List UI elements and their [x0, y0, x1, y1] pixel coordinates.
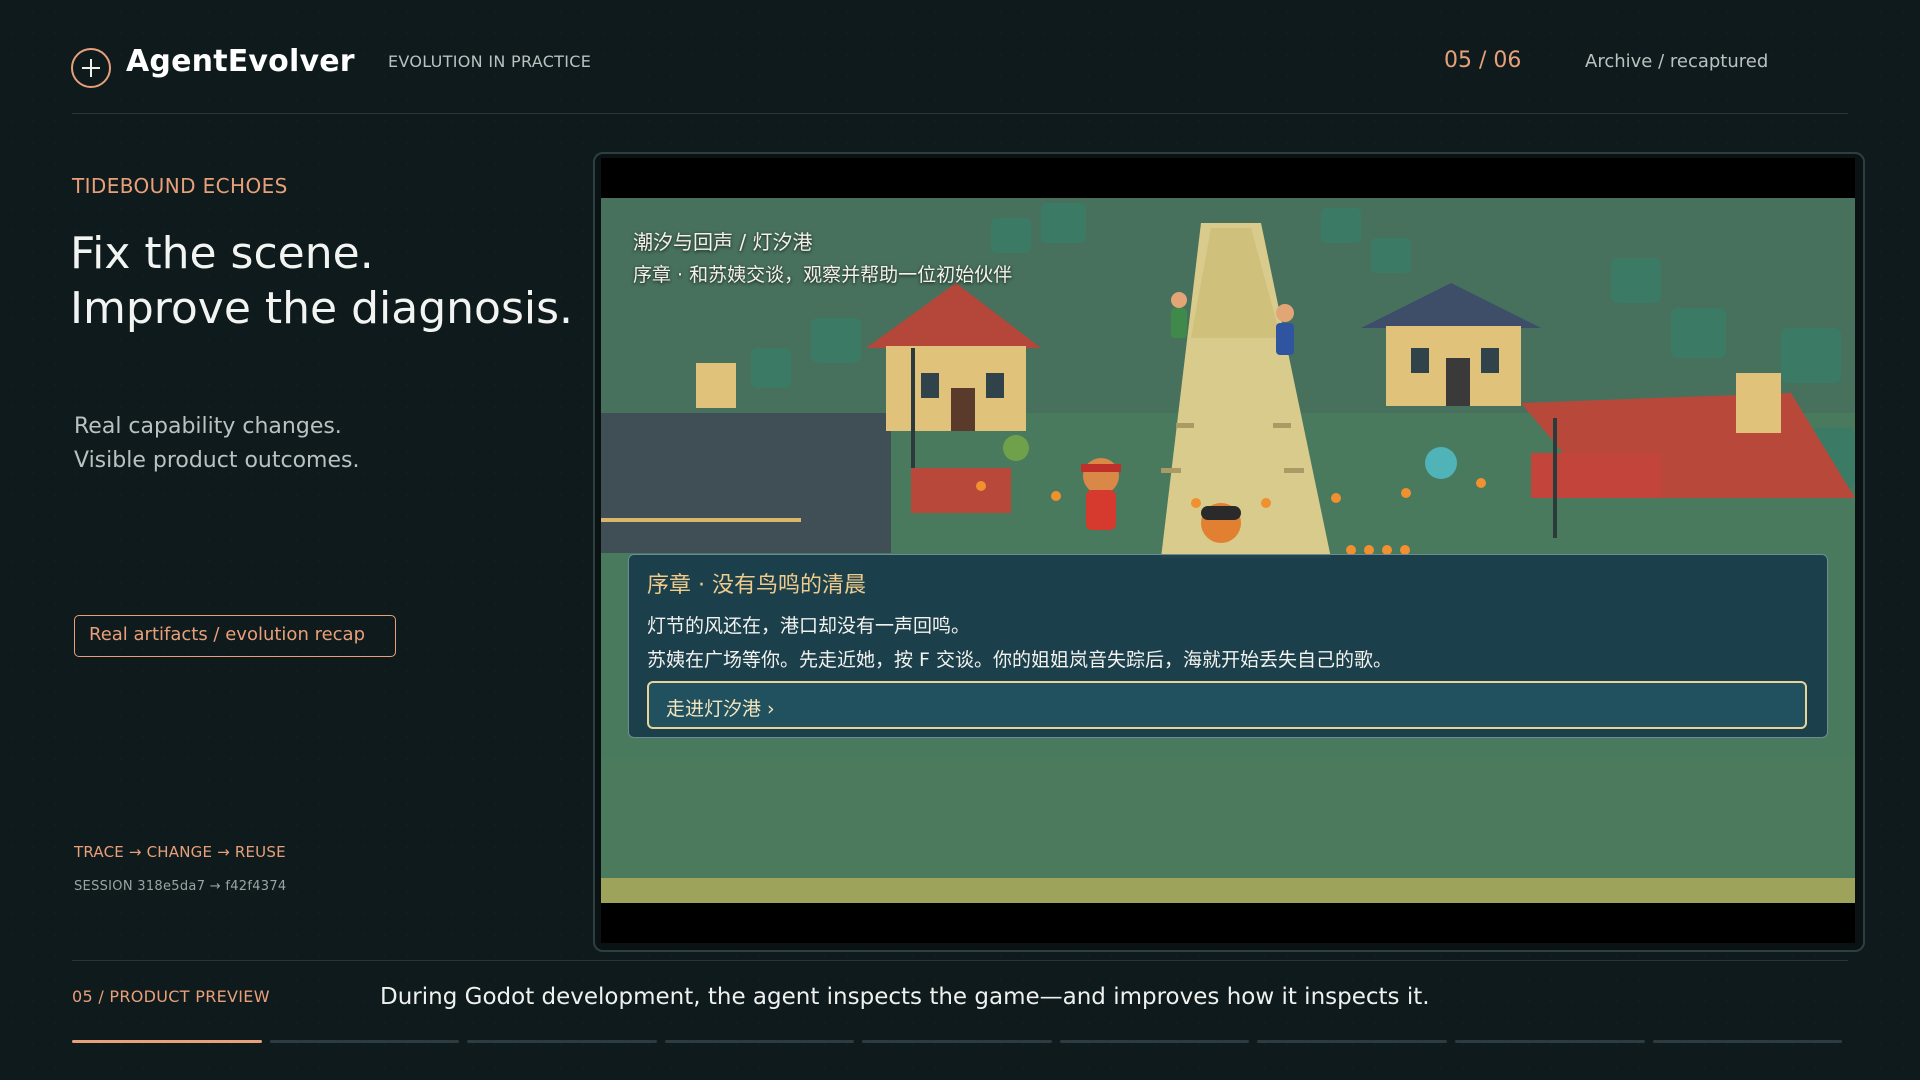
archive-link[interactable]: Archive / recaptured: [1585, 51, 1768, 72]
progress-segment[interactable]: [1257, 1040, 1447, 1043]
section-eyebrow: TIDEBOUND ECHOES: [72, 174, 288, 198]
scene-title: 潮汐与回声 / 灯汐港: [633, 230, 813, 254]
tagline: EVOLUTION IN PRACTICE: [388, 52, 592, 71]
dialog-title: 序章 · 没有鸟鸣的清晨: [647, 573, 866, 598]
headline-line-2: Improve the diagnosis.: [70, 283, 574, 334]
subtext-line-1: Real capability changes.: [74, 414, 342, 439]
game-viewport[interactable]: 潮汐与回声 / 灯汐港 序章 · 和苏姨交谈，观察并帮助一位初始伙伴 序章 · …: [601, 158, 1855, 943]
progress-segment[interactable]: [1059, 1040, 1250, 1043]
progress-segment[interactable]: [862, 1040, 1052, 1043]
game-scene-illustration: [601, 198, 1855, 903]
trace-label: TRACE → CHANGE → REUSE: [74, 843, 286, 861]
progress-segment[interactable]: [467, 1040, 657, 1043]
header-divider: [72, 113, 1848, 114]
progress-segment[interactable]: [72, 1040, 262, 1043]
enter-harbor-button[interactable]: 走进灯汐港 ›: [647, 681, 1807, 729]
footer-divider: [72, 960, 1848, 961]
circle-plus-icon: [71, 48, 111, 88]
slide-caption: During Godot development, the agent insp…: [380, 984, 1430, 1010]
slide-section-label: 05 / PRODUCT PREVIEW: [72, 987, 270, 1006]
dialog-line-1: 灯节的风还在，港口却没有一声回鸣。: [647, 615, 971, 637]
progress-segment[interactable]: [664, 1040, 855, 1043]
slide-counter: 05 / 06: [1444, 48, 1522, 73]
progress-segment[interactable]: [1652, 1040, 1843, 1043]
dialog-box: 序章 · 没有鸟鸣的清晨 灯节的风还在，港口却没有一声回鸣。 苏姨在广场等你。先…: [628, 554, 1828, 738]
headline: Fix the scene. Improve the diagnosis.: [70, 226, 573, 336]
progress-segment[interactable]: [1454, 1040, 1645, 1043]
dialog-line-2: 苏姨在广场等你。先走近她，按 F 交谈。你的姐姐岚音失踪后，海就开始丢失自己的歌…: [647, 649, 1393, 671]
subtext: Real capability changes. Visible product…: [74, 410, 359, 478]
headline-line-1: Fix the scene.: [70, 228, 374, 279]
session-label: SESSION 318e5da7 → f42f4374: [74, 879, 287, 894]
subtext-line-2: Visible product outcomes.: [74, 448, 360, 473]
artifacts-pill-button[interactable]: Real artifacts / evolution recap: [74, 615, 396, 657]
progress-segment[interactable]: [269, 1040, 460, 1043]
progress-bar: [72, 1040, 1843, 1044]
brand-name: AgentEvolver: [126, 44, 355, 79]
scene-objective: 序章 · 和苏姨交谈，观察并帮助一位初始伙伴: [633, 264, 1013, 286]
